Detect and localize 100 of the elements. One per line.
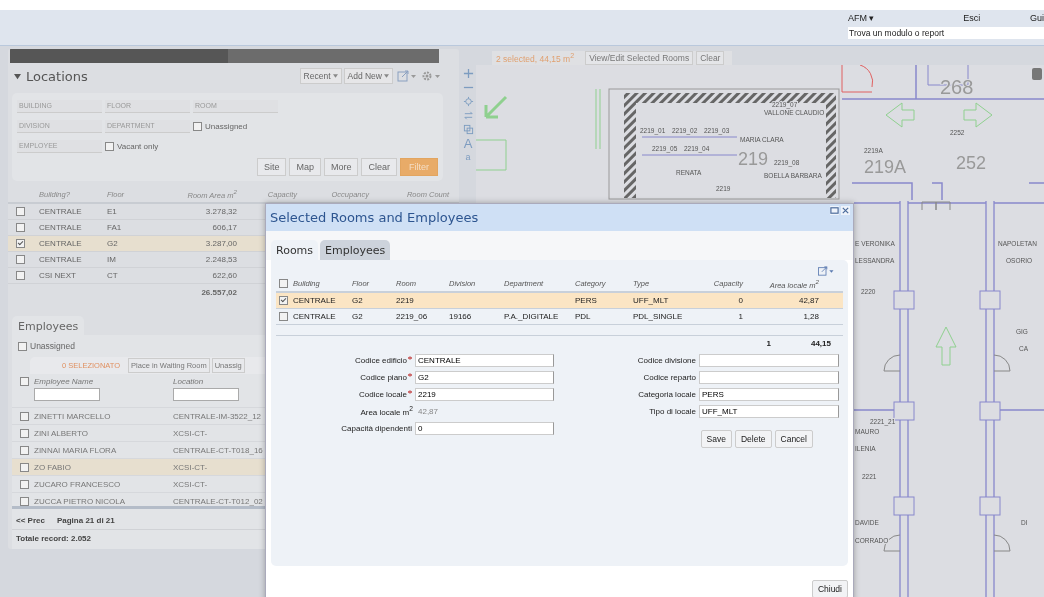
row-checkbox[interactable] <box>20 462 29 472</box>
table-cell-text: 2219 <box>396 296 415 305</box>
row-checkbox[interactable] <box>20 445 29 455</box>
table-cell-text: IM <box>107 255 117 264</box>
form-button[interactable]: Delete <box>734 430 772 448</box>
room-label: 219A <box>864 157 907 177</box>
select-all-checkbox[interactable] <box>279 279 288 288</box>
table-cell-text: G2 <box>352 296 364 305</box>
input-field[interactable]: 2219 <box>415 387 554 401</box>
table-cell-text: CENTRALE <box>39 255 83 264</box>
column-filter-field[interactable] <box>173 388 239 401</box>
row-checkbox[interactable] <box>279 312 288 321</box>
help-link[interactable]: Gui <box>1030 13 1044 26</box>
table-row[interactable]: CENTRALE G2 2219_06 19166 P.A._DIGITALE PDL PDL_SINGLE 1 1,28 <box>276 309 843 325</box>
filter-button[interactable]: Site <box>256 158 287 176</box>
checkbox[interactable] <box>193 121 202 131</box>
dialog-tab[interactable]: Employees <box>320 240 391 260</box>
maximize-icon[interactable] <box>830 206 839 215</box>
row-checkbox[interactable] <box>20 428 29 438</box>
table-cell-text: CENTRALE-IM-3522_12 <box>173 411 263 421</box>
table-cell-text: PERS <box>575 296 598 305</box>
table-cell-text: ZINETTI MARCELLO <box>34 411 112 421</box>
row-checkbox[interactable] <box>16 271 25 280</box>
toolbar-dropdown[interactable]: Add New <box>343 68 393 84</box>
input-field[interactable]: PERS <box>699 387 839 401</box>
input-field[interactable] <box>699 370 839 384</box>
table-cell-text: 3.278,32 <box>204 207 237 216</box>
export-icon[interactable] <box>397 70 417 82</box>
table-cell-text: P.A._DIGITALE <box>504 312 560 321</box>
table-row[interactable]: CENTRALE G2 2219 PERS UFF_MLT 0 42,87 <box>276 293 843 309</box>
field-label: Codice piano <box>360 372 407 382</box>
field-label: Codice reparto <box>643 372 696 382</box>
table-cell-text: XCSI-CT- <box>173 428 209 438</box>
dialog-tab[interactable]: Rooms <box>271 240 319 260</box>
table-cell-text: CENTRALE-CT-T018_16 <box>173 445 264 455</box>
field-label: Codice edificio <box>354 355 407 365</box>
table-cell-text: PDL_SINGLE <box>633 312 684 321</box>
row-checkbox[interactable] <box>16 239 25 248</box>
layers-icon[interactable] <box>462 124 474 135</box>
filter-button[interactable]: More <box>323 158 359 176</box>
row-checkbox[interactable] <box>20 411 29 421</box>
table-cell-text: 19166 <box>449 312 473 321</box>
row-checkbox[interactable] <box>16 255 25 264</box>
row-checkbox[interactable] <box>20 496 29 506</box>
input-field[interactable]: G2 <box>415 370 554 384</box>
row-checkbox[interactable] <box>279 296 288 305</box>
clear-selection-button[interactable]: Clear <box>696 51 725 65</box>
input-field[interactable] <box>699 353 839 367</box>
toolbar-dropdown[interactable]: Recent <box>299 68 342 84</box>
select-all-checkbox[interactable] <box>20 377 29 386</box>
table-cell-text: 0 <box>737 296 744 305</box>
swap-icon[interactable] <box>462 110 474 121</box>
table-cell-text: 606,17 <box>211 223 237 232</box>
field-value: 42,87 <box>417 406 439 416</box>
table-cell-text: FA1 <box>107 223 123 232</box>
employees-tab[interactable]: Employees <box>12 316 85 335</box>
table-cell-text: 622,60 <box>211 271 237 280</box>
column-header[interactable]: Employee Name <box>34 377 173 386</box>
table-cell-text: PDL <box>575 312 592 321</box>
close-icon[interactable] <box>841 206 850 215</box>
table-cell-text: G2 <box>107 239 119 248</box>
view-edit-button[interactable]: View/Edit Selected Rooms <box>585 51 694 65</box>
logout-link[interactable]: Esci <box>963 13 1030 26</box>
filter-button[interactable]: Clear <box>361 158 397 176</box>
module-menu[interactable]: AFM ▾ <box>848 13 964 26</box>
search-field[interactable]: Trova un modulo o report <box>848 27 1044 39</box>
field-label: Categoria locale <box>638 389 696 399</box>
field-label: Area locale m$^{2}$ <box>360 405 413 417</box>
checkbox[interactable] <box>105 141 114 151</box>
table-cell-text: CENTRALE <box>39 223 83 232</box>
input-field[interactable]: UFF_MLT <box>699 404 839 418</box>
total-value: 1 <box>766 339 771 348</box>
page-indicator: Pagina 21 di 21 <box>56 516 115 527</box>
form-button[interactable]: Cancel <box>774 430 813 448</box>
prev-link[interactable]: << Prec <box>16 516 45 529</box>
zoom-in-icon[interactable] <box>462 68 474 79</box>
room-label: 219 <box>738 149 769 169</box>
target-icon[interactable] <box>462 96 474 107</box>
filter-button[interactable]: Map <box>289 158 321 176</box>
required-icon <box>408 355 412 360</box>
collapse-icon[interactable] <box>14 72 21 80</box>
table-cell-text: 3.287,00 <box>204 239 237 248</box>
export-icon[interactable] <box>817 266 835 276</box>
field-label: Capacità dipendenti <box>341 423 412 433</box>
settings-icon[interactable] <box>421 70 441 82</box>
field-label: Codice divisione <box>637 355 696 365</box>
checkbox-label: Unassigned <box>205 121 248 131</box>
panel-title: Locations <box>26 68 88 84</box>
checkbox[interactable] <box>18 341 27 351</box>
table-cell-text: CENTRALE <box>39 239 83 248</box>
input-field[interactable]: 0 <box>415 421 554 435</box>
input-field[interactable]: CENTRALE <box>415 353 554 367</box>
total-value: 44,15 <box>810 339 831 348</box>
row-checkbox[interactable] <box>16 223 25 232</box>
field-label: Codice locale <box>358 389 407 399</box>
row-checkbox[interactable] <box>20 479 29 489</box>
row-checkbox[interactable] <box>16 207 25 216</box>
form-button[interactable]: Save <box>700 430 732 448</box>
column-filter-field[interactable] <box>34 388 100 401</box>
close-button[interactable]: Chiudi <box>811 580 848 597</box>
